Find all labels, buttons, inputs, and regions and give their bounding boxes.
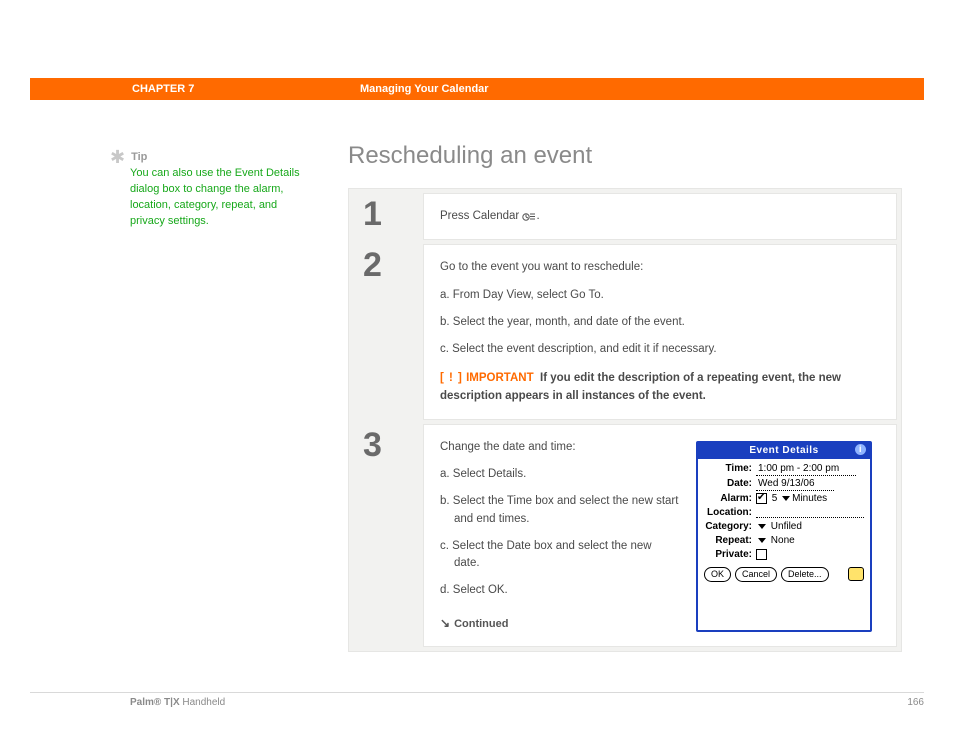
step-1: 1 Press Calendar .	[353, 193, 897, 240]
dropdown-icon[interactable]	[758, 524, 766, 529]
footer-product: Palm® T|X	[130, 697, 180, 708]
arrow-down-right-icon: ↘	[440, 614, 450, 632]
dialog-title: Event Details	[749, 445, 818, 456]
repeat-label: Repeat:	[704, 535, 756, 547]
footer-suffix: Handheld	[180, 697, 226, 708]
asterisk-icon: ✱	[110, 150, 125, 164]
step-2c: c. Select the event description, and edi…	[440, 341, 880, 358]
chapter-label: CHAPTER 7	[30, 83, 330, 95]
category-value: Unfiled	[771, 521, 802, 532]
event-details-dialog: Event Details i Time: 1:00 pm - 2:00 pm	[696, 441, 872, 632]
info-icon[interactable]: i	[855, 444, 866, 455]
alarm-value: 5	[772, 493, 778, 504]
step-3: 3 Change the date and time: a. Select De…	[353, 424, 897, 647]
calendar-icon	[522, 210, 536, 222]
dropdown-icon[interactable]	[782, 496, 790, 501]
step-2b: b. Select the year, month, and date of t…	[440, 314, 880, 331]
step-3d: d. Select OK.	[440, 582, 680, 599]
important-markers: [ ! ]	[440, 372, 463, 384]
time-label: Time:	[704, 463, 756, 475]
alarm-checkbox[interactable]	[756, 493, 767, 504]
date-label: Date:	[704, 478, 756, 490]
step-2: 2 Go to the event you want to reschedule…	[353, 244, 897, 420]
page-footer: Palm® T|X Handheld 166	[30, 692, 924, 708]
time-field[interactable]: 1:00 pm - 2:00 pm	[756, 463, 856, 476]
repeat-value: None	[771, 535, 795, 546]
step-1-period: .	[536, 210, 539, 222]
step-3c: c. Select the Date box and select the ne…	[440, 538, 680, 573]
section-title: Rescheduling an event	[348, 142, 902, 170]
step-3a: a. Select Details.	[440, 466, 680, 483]
important-label: IMPORTANT	[466, 372, 534, 384]
private-checkbox[interactable]	[756, 549, 767, 560]
location-label: Location:	[704, 507, 756, 519]
step-number: 3	[353, 424, 423, 647]
dialog-titlebar: Event Details i	[698, 443, 870, 459]
note-button[interactable]	[848, 567, 864, 581]
private-label: Private:	[704, 549, 756, 561]
sidebar-tip: ✱ Tip You can also use the Event Details…	[110, 150, 300, 230]
chapter-header: CHAPTER 7 Managing Your Calendar	[30, 78, 924, 100]
step-2a: a. From Day View, select Go To.	[440, 287, 880, 304]
dropdown-icon[interactable]	[758, 538, 766, 543]
tip-body: You can also use the Event Details dialo…	[130, 166, 300, 230]
step-3-intro: Change the date and time:	[440, 439, 680, 456]
delete-button[interactable]: Delete...	[781, 567, 829, 582]
location-field[interactable]	[756, 508, 864, 518]
step-3b: b. Select the Time box and select the ne…	[440, 493, 680, 528]
chapter-title: Managing Your Calendar	[330, 83, 489, 95]
steps-container: 1 Press Calendar .	[348, 188, 902, 652]
category-label: Category:	[704, 521, 756, 533]
page-number: 166	[907, 697, 924, 708]
continued-indicator: ↘ Continued	[440, 614, 680, 633]
tip-label: Tip	[131, 150, 147, 166]
step-2-intro: Go to the event you want to reschedule:	[440, 259, 880, 276]
date-field[interactable]: Wed 9/13/06	[756, 478, 834, 491]
continued-label: Continued	[454, 618, 508, 630]
step-number: 2	[353, 244, 423, 420]
ok-button[interactable]: OK	[704, 567, 731, 582]
step-1-text: Press Calendar	[440, 210, 522, 222]
alarm-unit: Minutes	[792, 493, 827, 504]
step-number: 1	[353, 193, 423, 240]
cancel-button[interactable]: Cancel	[735, 567, 777, 582]
alarm-label: Alarm:	[704, 493, 756, 505]
